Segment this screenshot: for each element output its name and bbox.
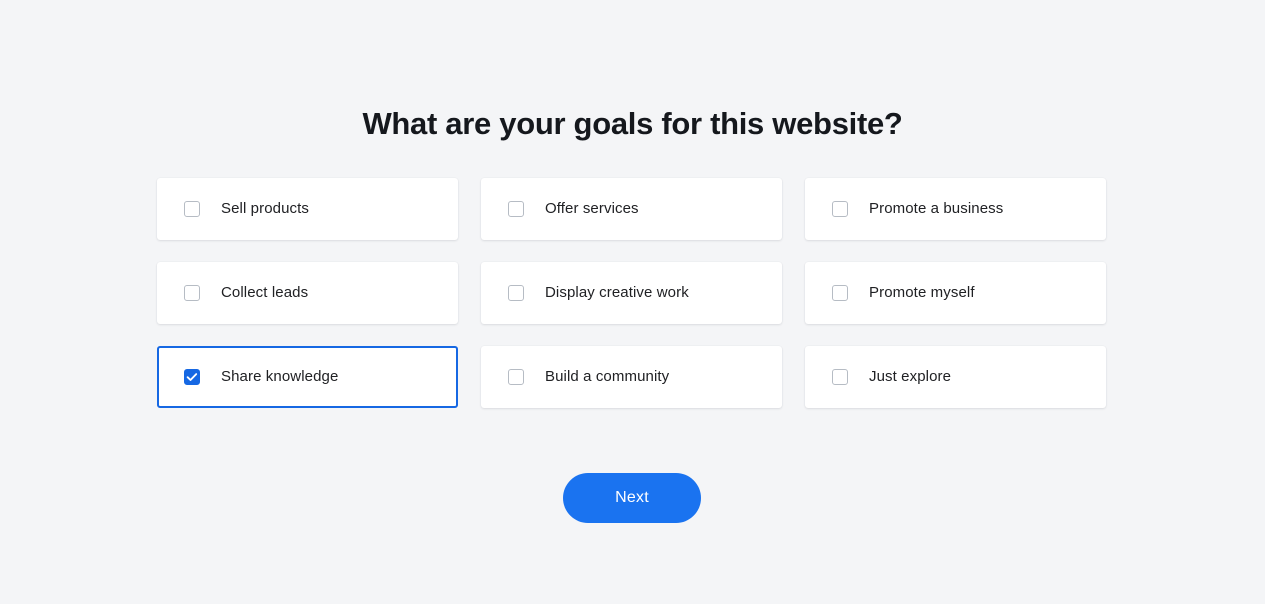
goal-option-label: Promote myself xyxy=(869,284,975,301)
page-title: What are your goals for this website? xyxy=(362,106,903,141)
goal-option-card[interactable]: Promote myself xyxy=(805,262,1106,324)
goal-option-card[interactable]: Collect leads xyxy=(157,262,458,324)
goal-options-grid: Sell products Offer services Promote a bus… xyxy=(157,178,1107,408)
checkbox-icon[interactable] xyxy=(184,285,200,301)
next-button-label: Next xyxy=(615,489,649,506)
goal-option-card[interactable]: Offer services xyxy=(481,178,782,240)
checkbox-icon[interactable] xyxy=(832,201,848,217)
goal-option-label: Share knowledge xyxy=(221,368,339,385)
next-button[interactable]: Next xyxy=(563,473,701,523)
goal-option-card[interactable]: Sell products xyxy=(157,178,458,240)
checkbox-icon[interactable] xyxy=(184,201,200,217)
checkmark-icon xyxy=(186,373,198,381)
goal-option-label: Just explore xyxy=(869,368,952,385)
goal-option-label: Promote a business xyxy=(869,200,1004,217)
goal-option-label: Sell products xyxy=(221,200,310,217)
goal-option-card[interactable]: Display creative work xyxy=(481,262,782,324)
goal-option-card[interactable]: Promote a business xyxy=(805,178,1106,240)
goal-option-label: Display creative work xyxy=(545,284,689,301)
goal-option-card[interactable]: Share knowledge xyxy=(157,346,458,408)
checkbox-icon-checked[interactable] xyxy=(184,369,200,385)
checkbox-icon[interactable] xyxy=(832,369,848,385)
goal-option-card[interactable]: Just explore xyxy=(805,346,1106,408)
checkbox-icon[interactable] xyxy=(508,201,524,217)
goal-option-label: Collect leads xyxy=(221,284,309,301)
checkbox-icon[interactable] xyxy=(832,285,848,301)
onboarding-goals-page: What are your goals for this website? Se… xyxy=(0,0,1265,604)
goal-option-label: Offer services xyxy=(545,200,639,217)
checkbox-icon[interactable] xyxy=(508,285,524,301)
goal-option-label: Build a community xyxy=(545,368,670,385)
goal-option-card[interactable]: Build a community xyxy=(481,346,782,408)
checkbox-icon[interactable] xyxy=(508,369,524,385)
